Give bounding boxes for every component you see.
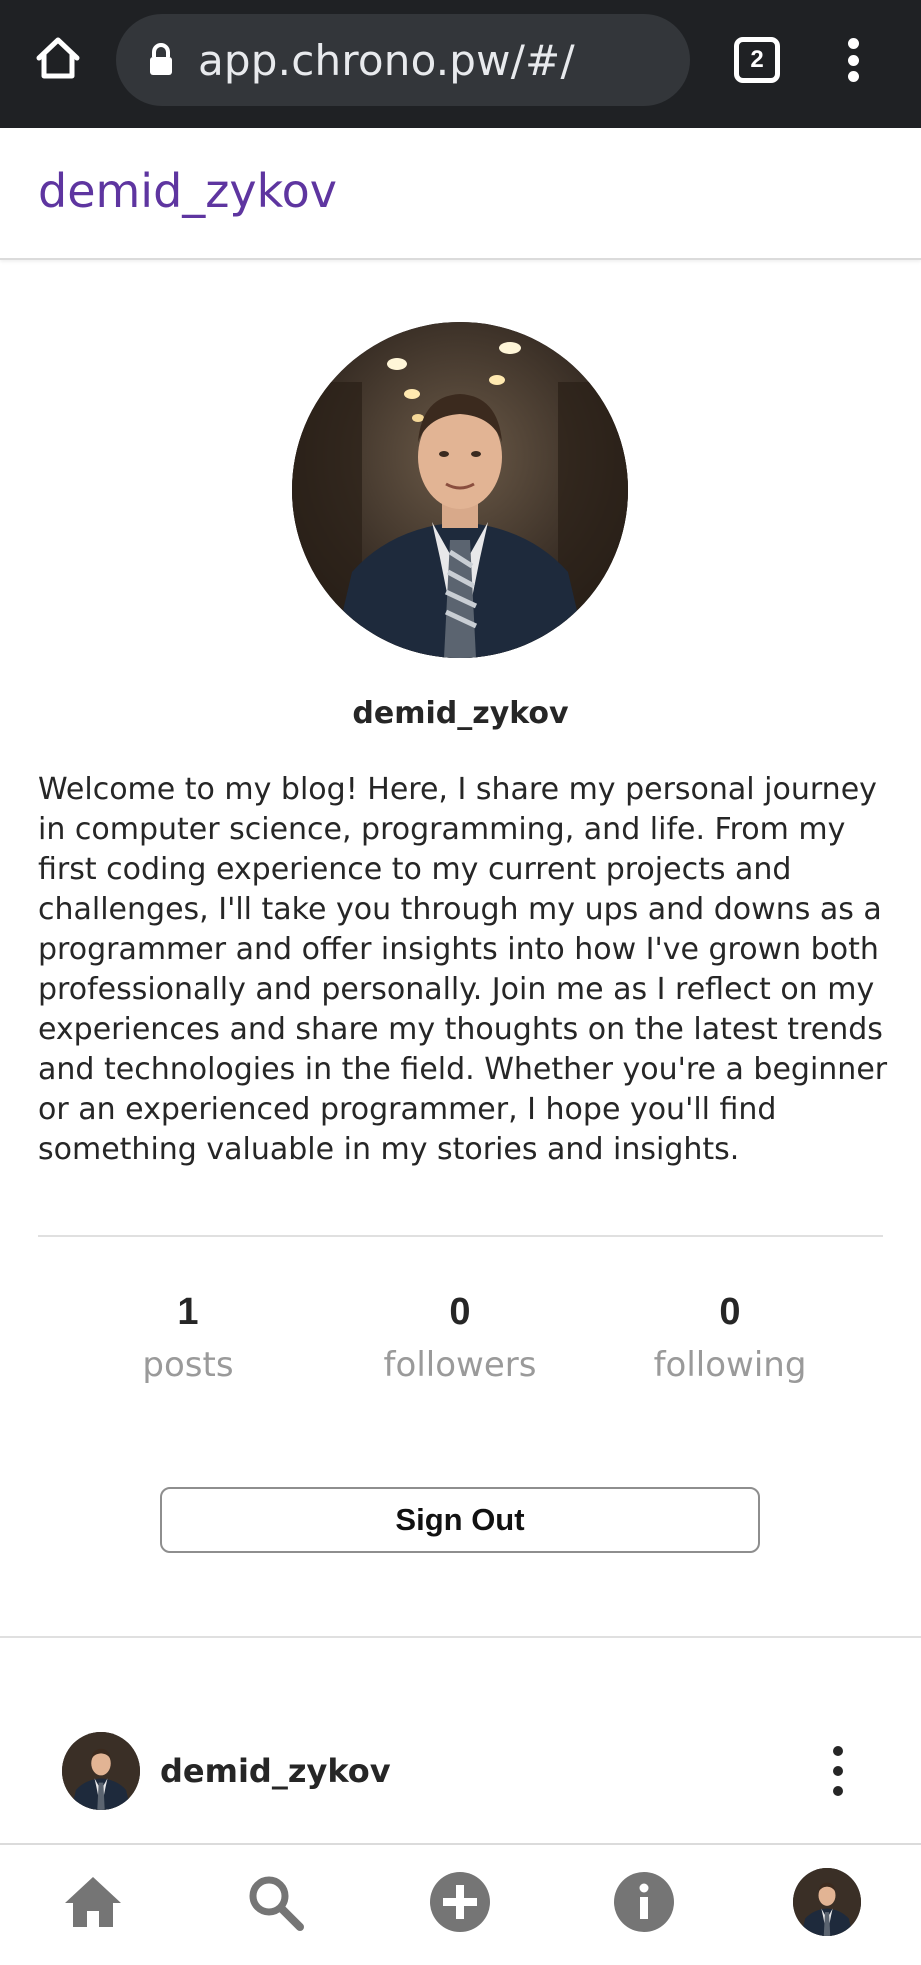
nav-home[interactable] [58, 1867, 128, 1937]
profile-username: demid_zykov [352, 696, 569, 731]
url-text: app.chrono.pw/#/ [198, 35, 575, 85]
nav-profile[interactable] [792, 1867, 862, 1937]
kebab-dot [833, 1766, 843, 1776]
nav-info[interactable] [609, 1867, 679, 1937]
stat-label: following [653, 1345, 807, 1385]
nav-search[interactable] [240, 1867, 310, 1937]
stat-label: followers [383, 1345, 537, 1385]
kebab-dot [847, 38, 859, 49]
post-options-button[interactable] [823, 1746, 853, 1796]
app-header: demid_zykov [0, 128, 921, 260]
tab-switcher-button[interactable]: 2 [734, 37, 780, 83]
kebab-dot [833, 1786, 843, 1796]
sign-out-button[interactable]: Sign Out [160, 1487, 760, 1553]
browser-home-button[interactable] [30, 30, 86, 86]
stat-value: 0 [449, 1291, 471, 1333]
divider [0, 1636, 921, 1638]
stat-label: posts [142, 1345, 234, 1385]
divider [38, 1235, 883, 1237]
home-icon [65, 1877, 121, 1927]
bottom-navigation [0, 1843, 921, 1965]
kebab-dot [847, 54, 859, 66]
nav-add-post[interactable] [425, 1867, 495, 1937]
post-author-name[interactable]: demid_zykov [160, 1752, 391, 1790]
add-post-icon [430, 1872, 490, 1932]
stat-posts: 1 posts [68, 1290, 308, 1388]
search-icon [249, 1876, 304, 1931]
kebab-dot [847, 71, 859, 82]
avatar-photo [62, 1732, 140, 1810]
header-username[interactable]: demid_zykov [38, 164, 337, 218]
stat-followers[interactable]: 0 followers [340, 1290, 580, 1388]
info-icon [614, 1872, 674, 1932]
kebab-dot [833, 1746, 843, 1756]
browser-toolbar: app.chrono.pw/#/ 2 [0, 0, 921, 128]
profile-photo [292, 322, 628, 658]
profile-avatar [292, 322, 628, 658]
post-author-avatar[interactable] [62, 1732, 140, 1810]
stat-value: 0 [719, 1291, 741, 1333]
profile-avatar-icon [793, 1868, 861, 1936]
stat-value: 1 [177, 1291, 199, 1333]
browser-menu-button[interactable] [838, 30, 868, 90]
stat-following[interactable]: 0 following [610, 1290, 850, 1388]
home-outline-icon [36, 37, 80, 79]
address-bar[interactable]: app.chrono.pw/#/ [116, 14, 690, 106]
profile-stats: 1 posts 0 followers 0 following [0, 1290, 921, 1400]
tab-count: 2 [750, 46, 764, 73]
profile-bio: Welcome to my blog! Here, I share my per… [38, 772, 888, 1167]
lock-icon [146, 40, 176, 80]
